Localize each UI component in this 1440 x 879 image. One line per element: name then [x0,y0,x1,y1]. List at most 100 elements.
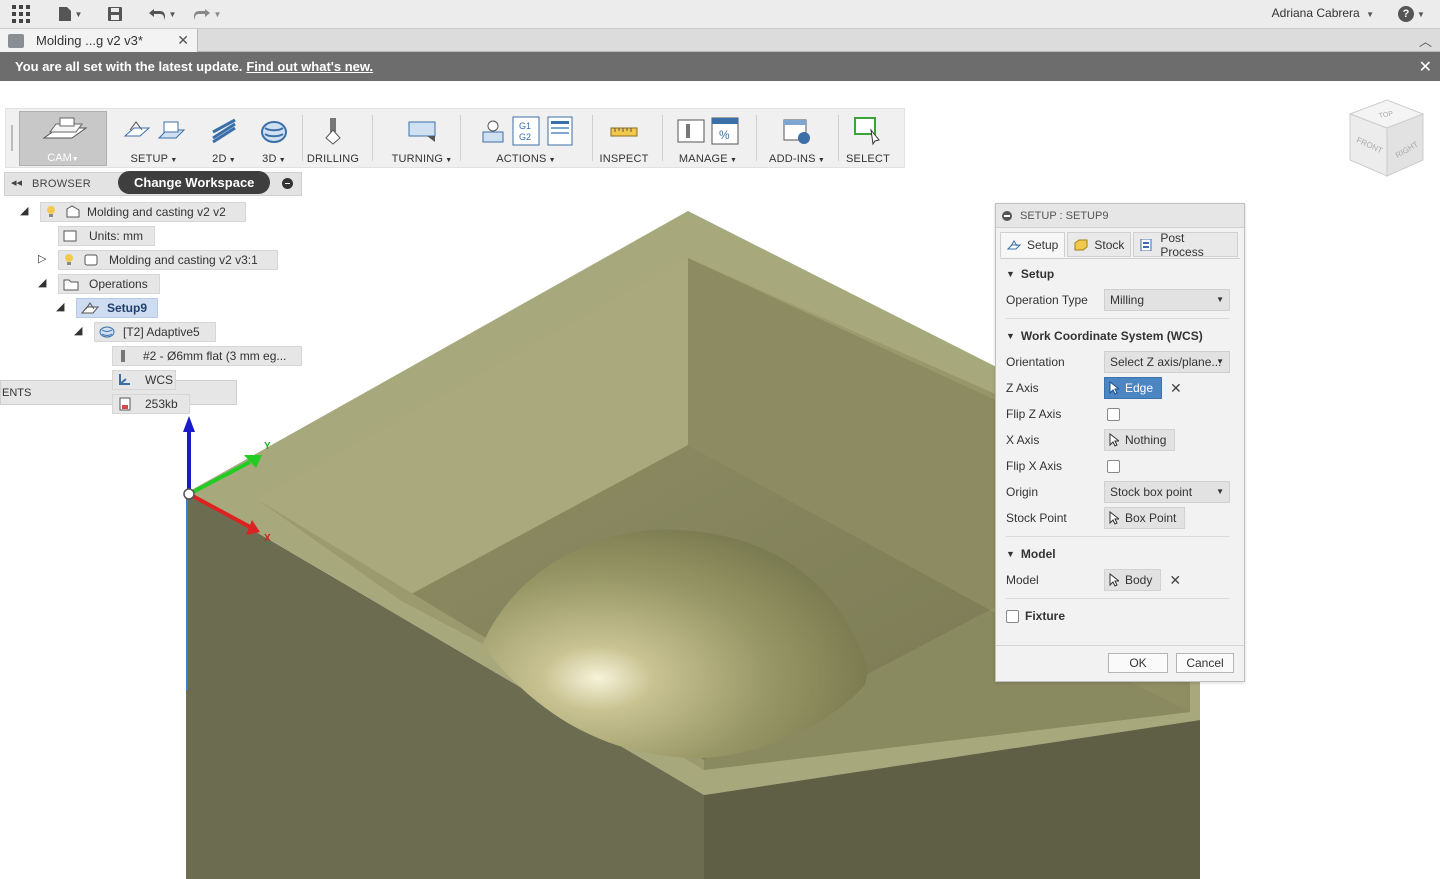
tree-operations[interactable]: Operations [58,274,160,294]
view-cube[interactable]: TOP FRONT RIGHT [1345,96,1427,186]
collapse-dialog-icon[interactable] [1002,210,1012,221]
expand-component-icon[interactable]: ▷ [38,252,46,265]
workspace-label: CAM [47,152,72,164]
tree-component[interactable]: Molding and casting v2 v3:1 [58,250,278,270]
tree-adaptive-label: [T2] Adaptive5 [123,325,200,339]
tree-wcs[interactable]: WCS [112,370,176,390]
help-icon[interactable]: ? ▼ [1398,4,1428,24]
tree-units[interactable]: Units: mm [58,226,155,246]
model-select-button[interactable]: Body [1104,569,1162,591]
3d-label: 3D [262,153,277,165]
dialog-header[interactable]: SETUP : SETUP9 [996,204,1244,228]
operation-type-select[interactable]: Milling ▼ [1104,289,1230,311]
flip-z-checkbox[interactable] [1107,407,1120,421]
dialog-title: SETUP : SETUP9 [1020,209,1109,222]
row-flip-z: Flip Z Axis [996,401,1244,427]
tree-root-label: Molding and casting v2 v2 [87,205,226,219]
tree-tool[interactable]: #2 - Ø6mm flat (3 mm eg... [112,346,302,366]
save-icon[interactable] [105,3,125,25]
z-axis-label: Z Axis [1006,381,1039,395]
expand-adaptive-icon[interactable]: ◢ [74,324,82,337]
z-axis-select-button[interactable]: Edge [1104,377,1163,399]
workspace-switcher[interactable]: CAM▼ [19,111,107,166]
section-fixture[interactable]: Fixture [996,603,1244,629]
grid-icon[interactable] [10,3,32,25]
orientation-label: Orientation [1006,355,1065,369]
banner-text: You are all set with the latest update. [15,59,243,74]
turning-group[interactable]: TURNING ▼ [382,109,462,167]
expand-operations-icon[interactable]: ◢ [38,276,46,289]
browser-minus-icon[interactable] [282,178,293,189]
user-menu[interactable]: Adriana Cabrera ▼ [1272,6,1374,20]
section-wcs[interactable]: ▼ Work Coordinate System (WCS) [996,323,1244,349]
cancel-button[interactable]: Cancel [1176,653,1234,673]
origin-value: Stock box point [1110,485,1193,499]
cursor-icon [1109,433,1119,447]
section-model[interactable]: ▼ Model [996,541,1244,567]
tree-nc-program[interactable]: 253kb [112,394,190,414]
x-axis-label: X Axis [1006,433,1040,447]
x-axis-value: Nothing [1125,433,1167,447]
drilling-group[interactable]: DRILLING [304,109,362,167]
toolbar-grip[interactable] [11,125,13,151]
tool-icon [121,350,125,362]
row-operation-type: Operation Type Milling ▼ [996,287,1244,313]
select-group[interactable]: SELECT [844,109,892,167]
setup-icon [123,121,151,137]
close-banner-icon[interactable]: ✕ [1419,57,1432,77]
dialog-footer: OK Cancel [996,645,1244,681]
tab-setup[interactable]: Setup [1000,232,1066,257]
component-icon [84,254,98,266]
lightbulb-icon[interactable] [45,205,57,219]
x-axis-select-button[interactable]: Nothing [1104,429,1176,451]
tree-root[interactable]: Molding and casting v2 v2 [40,202,246,222]
dialog-tabs: Setup Stock Post Process [996,228,1244,259]
manage-group[interactable]: % MANAGE ▼ [670,109,746,167]
lightbulb-icon[interactable] [63,253,75,267]
tree-setup9-label: Setup9 [107,301,148,315]
fixture-checkbox[interactable] [1006,609,1019,623]
collapse-browser-icon[interactable]: ◂◂ [11,176,22,189]
tab-stock-label: Stock [1094,237,1125,252]
section-wcs-label: Work Coordinate System (WCS) [1020,329,1203,343]
chevron-up-icon[interactable]: ︿ [1419,31,1432,50]
flip-x-checkbox[interactable] [1107,459,1120,473]
stock-tab-icon [1074,239,1088,250]
3d-group[interactable]: 3D ▼ [252,109,296,167]
redo-icon[interactable]: ▼ [190,3,224,25]
expand-root-icon[interactable]: ◢ [20,204,28,217]
turning-label: TURNING [391,153,444,165]
2d-group[interactable]: 2D ▼ [202,109,246,167]
clear-z-axis-icon[interactable]: ✕ [1170,380,1182,397]
file-icon[interactable]: ▼ [55,3,85,25]
addins-group[interactable]: ADD-INS ▼ [762,109,832,167]
row-origin: Origin Stock box point ▼ [996,479,1244,505]
setup-group[interactable]: SETUP ▼ [114,109,194,167]
inspect-group[interactable]: INSPECT [596,109,652,167]
origin-select[interactable]: Stock box point ▼ [1104,481,1230,503]
orientation-select[interactable]: Select Z axis/plane... ▼ [1104,351,1230,373]
undo-icon[interactable]: ▼ [145,3,179,25]
actions-label: ACTIONS [496,153,547,165]
document-tab[interactable]: Molding ...g v2 v3* ✕ [0,29,198,52]
section-setup[interactable]: ▼ Setup [996,261,1244,287]
whats-new-link[interactable]: Find out what's new. [246,59,373,74]
tab-stock[interactable]: Stock [1067,232,1132,257]
folder-icon [63,279,79,291]
svg-text:%: % [719,128,730,142]
cam-icon [42,117,88,139]
drilling-icon [325,118,341,145]
units-icon [63,230,77,242]
expand-setup-icon[interactable]: ◢ [56,300,64,313]
tab-post-process[interactable]: Post Process [1133,231,1238,259]
close-tab-icon[interactable]: ✕ [177,32,189,49]
simulate-icon [482,120,504,143]
clear-model-icon[interactable]: ✕ [1169,572,1181,589]
actions-group[interactable]: G1 G2 ACTIONS ▼ [466,109,586,167]
stock-point-select-button[interactable]: Box Point [1104,507,1186,529]
tree-adaptive[interactable]: [T2] Adaptive5 [94,322,216,342]
inspect-label: INSPECT [599,153,649,165]
tree-setup9[interactable]: Setup9 [76,298,158,318]
ok-button[interactable]: OK [1108,653,1168,673]
flip-z-label: Flip Z Axis [1006,407,1062,421]
